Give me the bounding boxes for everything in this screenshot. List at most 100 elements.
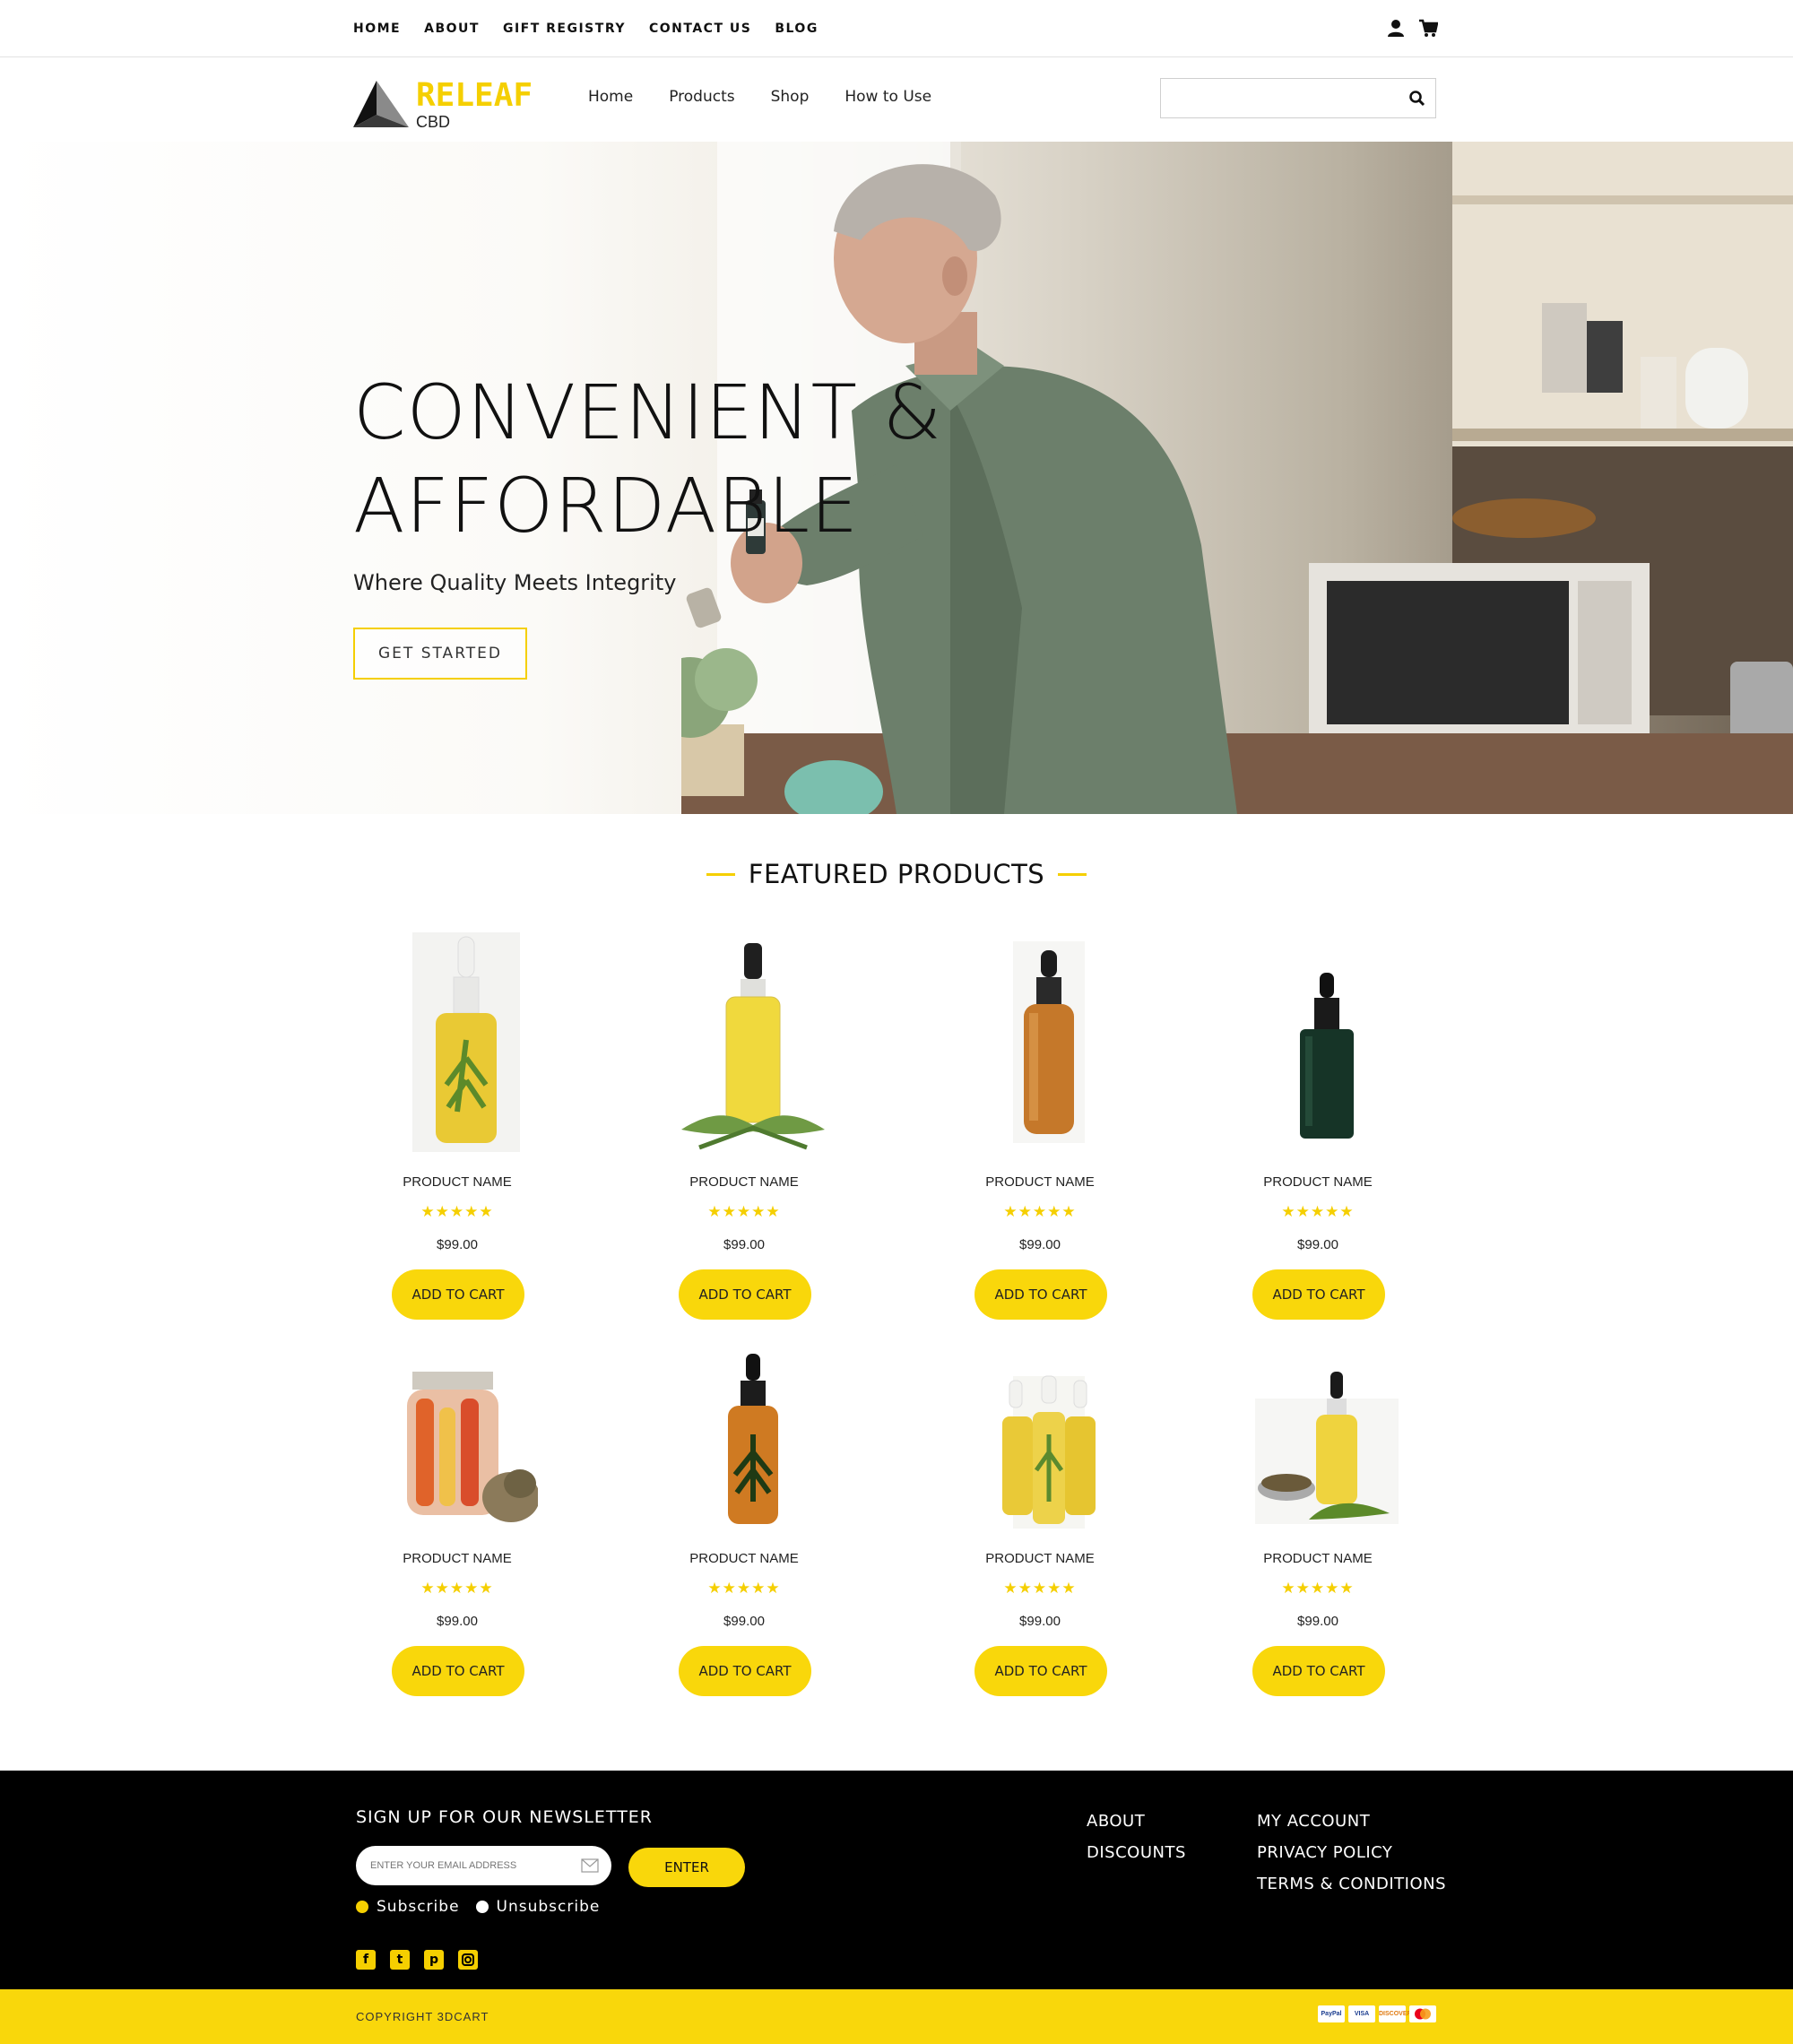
product-card: PRODUCT NAME ★★★★★ $99.00 ADD TO CART <box>368 932 565 1327</box>
main-nav-how-to-use[interactable]: How to Use <box>845 88 931 106</box>
three-oil-bottles-icon[interactable] <box>977 1309 1121 1533</box>
mastercard-icon <box>1409 2005 1436 2022</box>
add-to-cart-button[interactable]: ADD TO CART <box>679 1646 811 1696</box>
product-name[interactable]: PRODUCT NAME <box>950 1174 1130 1190</box>
product-name[interactable]: PRODUCT NAME <box>654 1174 834 1190</box>
hero-title: CONVENIENT & AFFORDABLE <box>353 368 943 550</box>
search-input[interactable] <box>1161 79 1394 117</box>
footer-link-privacy-policy[interactable]: PRIVACY POLICY <box>1257 1843 1446 1862</box>
top-icons <box>1386 18 1439 38</box>
main-nav-products[interactable]: Products <box>669 88 734 106</box>
product-rating: ★★★★★ <box>707 1580 781 1597</box>
logo-mark-icon <box>353 81 409 127</box>
footer-links-col-1: ABOUT DISCOUNTS <box>1087 1812 1186 1875</box>
main-nav: Home Products Shop How to Use <box>588 88 967 106</box>
main-header: RELEAF CBD Home Products Shop How to Use <box>0 57 1793 142</box>
brand-subtitle: CBD <box>416 113 451 131</box>
cart-icon[interactable] <box>1418 18 1439 38</box>
product-name[interactable]: PRODUCT NAME <box>1228 1174 1408 1190</box>
visa-icon: VISA <box>1348 2005 1375 2022</box>
product-rating: ★★★★★ <box>420 1203 494 1220</box>
newsletter-email-box <box>356 1846 611 1885</box>
featured-products-heading: FEATURED PRODUCTS <box>0 859 1793 889</box>
payment-methods: PayPal VISA DISCOVER <box>1318 2005 1436 2022</box>
green-dropper-bottle-icon[interactable] <box>1255 932 1399 1156</box>
add-to-cart-button[interactable]: ADD TO CART <box>1252 1646 1385 1696</box>
search-icon[interactable] <box>1408 90 1426 108</box>
product-price: $99.00 <box>723 1237 765 1252</box>
dropper-bottle-leaf-icon[interactable] <box>394 932 538 1156</box>
product-name[interactable]: PRODUCT NAME <box>1228 1551 1408 1566</box>
top-nav-blog[interactable]: BLOG <box>775 22 819 36</box>
amber-bottle-leaf-label-icon[interactable] <box>681 1309 825 1533</box>
product-rating: ★★★★★ <box>420 1580 494 1597</box>
top-utility-bar: HOME ABOUT GIFT REGISTRY CONTACT US BLOG <box>0 0 1793 57</box>
subscribe-radio-dot[interactable] <box>356 1901 368 1913</box>
product-name[interactable]: PRODUCT NAME <box>368 1551 547 1566</box>
product-price: $99.00 <box>1019 1237 1061 1252</box>
newsletter-email-input[interactable] <box>356 1846 562 1885</box>
top-nav: HOME ABOUT GIFT REGISTRY CONTACT US BLOG <box>353 22 842 36</box>
twitter-icon[interactable]: t <box>390 1950 410 1970</box>
product-card: PRODUCT NAME ★★★★★ $99.00 ADD TO CART <box>1228 1309 1425 1703</box>
product-card: PRODUCT NAME ★★★★★ $99.00 ADD TO CART <box>950 1309 1148 1703</box>
hero-subtitle: Where Quality Meets Integrity <box>353 570 677 595</box>
top-nav-home[interactable]: HOME <box>353 22 401 36</box>
copyright-bar: COPYRIGHT 3DCART PayPal VISA DISCOVER <box>0 1989 1793 2044</box>
product-name[interactable]: PRODUCT NAME <box>654 1551 834 1566</box>
product-rating: ★★★★★ <box>707 1203 781 1220</box>
search-box <box>1160 78 1436 118</box>
instagram-icon[interactable] <box>458 1950 478 1970</box>
product-card: PRODUCT NAME ★★★★★ $99.00 ADD TO CART <box>950 932 1148 1327</box>
facebook-icon[interactable]: f <box>356 1950 376 1970</box>
hero-text-block: CONVENIENT & AFFORDABLE Where Quality Me… <box>353 366 942 680</box>
newsletter-title: SIGN UP FOR OUR NEWSLETTER <box>356 1807 654 1827</box>
oil-bottle-hemp-leaves-icon[interactable] <box>681 932 825 1156</box>
product-name[interactable]: PRODUCT NAME <box>950 1551 1130 1566</box>
account-icon[interactable] <box>1386 18 1406 38</box>
product-price: $99.00 <box>723 1614 765 1629</box>
add-to-cart-button[interactable]: ADD TO CART <box>392 1646 524 1696</box>
featured-products-title: FEATURED PRODUCTS <box>748 859 1045 889</box>
unsubscribe-radio-dot[interactable] <box>475 1901 489 1913</box>
add-to-cart-button[interactable]: ADD TO CART <box>974 1646 1107 1696</box>
footer-link-discounts[interactable]: DISCOUNTS <box>1087 1843 1186 1862</box>
product-card: PRODUCT NAME ★★★★★ $99.00 ADD TO CART <box>654 932 852 1327</box>
top-nav-gift-registry[interactable]: GIFT REGISTRY <box>503 22 626 36</box>
product-card: PRODUCT NAME ★★★★★ $99.00 ADD TO CART <box>1228 932 1425 1327</box>
product-card: PRODUCT NAME ★★★★★ $99.00 ADD TO CART <box>368 1309 565 1703</box>
brand-logo[interactable]: RELEAF CBD <box>353 77 533 131</box>
copyright-text: COPYRIGHT 3DCART <box>356 2010 489 2023</box>
product-price: $99.00 <box>437 1614 478 1629</box>
subscribe-radio[interactable]: Subscribe <box>356 1898 460 1916</box>
footer-link-terms[interactable]: TERMS & CONDITIONS <box>1257 1875 1446 1893</box>
product-rating: ★★★★★ <box>1281 1203 1355 1220</box>
product-price: $99.00 <box>1019 1614 1061 1629</box>
get-started-button[interactable]: GET STARTED <box>353 628 527 680</box>
footer-links-col-2: MY ACCOUNT PRIVACY POLICY TERMS & CONDIT… <box>1257 1812 1446 1906</box>
top-nav-about[interactable]: ABOUT <box>424 22 480 36</box>
paypal-icon: PayPal <box>1318 2005 1345 2022</box>
product-price: $99.00 <box>437 1237 478 1252</box>
oil-bottle-seeds-bowl-icon[interactable] <box>1255 1309 1399 1533</box>
subscribe-label: Subscribe <box>377 1898 460 1916</box>
hero-banner: CONVENIENT & AFFORDABLE Where Quality Me… <box>0 142 1793 814</box>
product-name[interactable]: PRODUCT NAME <box>368 1174 547 1190</box>
main-nav-home[interactable]: Home <box>588 88 633 106</box>
footer-link-my-account[interactable]: MY ACCOUNT <box>1257 1812 1446 1831</box>
footer-link-about[interactable]: ABOUT <box>1087 1812 1186 1831</box>
unsubscribe-label: Unsubscribe <box>496 1898 601 1916</box>
product-rating: ★★★★★ <box>1003 1203 1077 1220</box>
pickle-jar-icon[interactable] <box>394 1309 538 1533</box>
envelope-icon <box>581 1858 599 1873</box>
heading-accent-right <box>1057 872 1087 876</box>
top-nav-contact-us[interactable]: CONTACT US <box>649 22 751 36</box>
footer: SIGN UP FOR OUR NEWSLETTER ENTER Subscri… <box>0 1771 1793 1989</box>
amber-dropper-bottle-icon[interactable] <box>977 932 1121 1156</box>
pinterest-icon[interactable]: p <box>424 1950 444 1970</box>
brand-name: RELEAF <box>416 77 533 114</box>
unsubscribe-radio[interactable]: Unsubscribe <box>475 1898 601 1916</box>
main-nav-shop[interactable]: Shop <box>771 88 810 106</box>
social-links: f t p <box>356 1950 478 1970</box>
newsletter-enter-button[interactable]: ENTER <box>628 1848 745 1887</box>
